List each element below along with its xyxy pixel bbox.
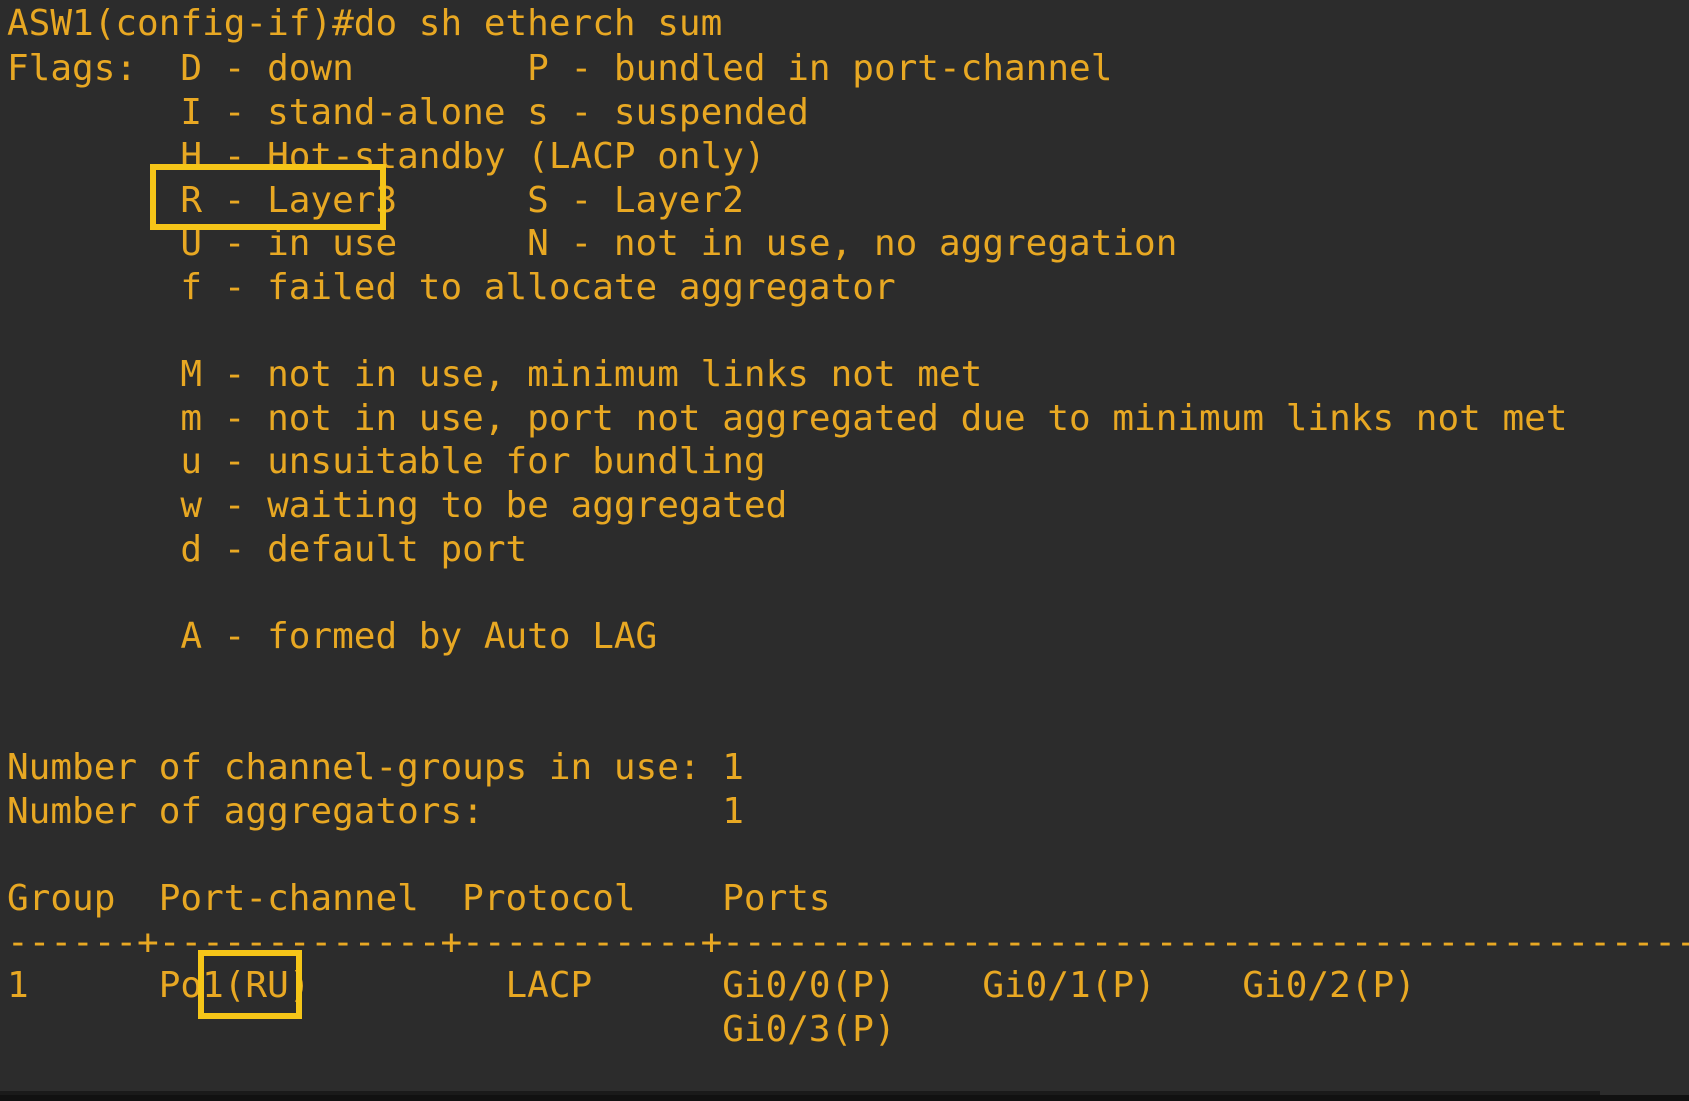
table-row: 1 Po1(RU) LACP Gi0/0(P) Gi0/1(P) Gi0/2(P… xyxy=(7,965,1416,1006)
flags-line-4: R - Layer3 S - Layer2 xyxy=(7,180,744,221)
flags-line-8: M - not in use, minimum links not met xyxy=(7,354,983,395)
summary-line-2: Number of aggregators: 1 xyxy=(7,791,744,832)
flags-line-1: Flags: D - down P - bundled in port-chan… xyxy=(7,48,1113,89)
flags-line-3: H - Hot-standby (LACP only) xyxy=(7,136,766,177)
flags-line-5: U - in use N - not in use, no aggregatio… xyxy=(7,223,1178,264)
table-header: Group Port-channel Protocol Ports xyxy=(7,878,831,919)
flags-line-2: I - stand-alone s - suspended xyxy=(7,92,809,133)
flags-line-9: m - not in use, port not aggregated due … xyxy=(7,398,1568,439)
flags-line-6: f - failed to allocate aggregator xyxy=(7,267,896,308)
table-row-partial: Gi0/3(P) xyxy=(7,1009,896,1050)
terminal-output[interactable]: ASW1(config-if)#do sh etherch sum Flags:… xyxy=(7,0,1689,1101)
flags-line-10: u - unsuitable for bundling xyxy=(7,441,766,482)
summary-line-1: Number of channel-groups in use: 1 xyxy=(7,747,744,788)
terminal-screen: ASW1(config-if)#do sh etherch sum Flags:… xyxy=(0,0,1689,1101)
table-separator: ------+-------------+-----------+-------… xyxy=(7,922,1689,963)
flags-line-14: A - formed by Auto LAG xyxy=(7,616,658,657)
flags-line-12: d - default port xyxy=(7,529,528,570)
bottom-bar xyxy=(0,1095,1689,1101)
prompt-line: ASW1(config-if)#do sh etherch sum xyxy=(7,3,723,44)
flags-line-11: w - waiting to be aggregated xyxy=(7,485,788,526)
